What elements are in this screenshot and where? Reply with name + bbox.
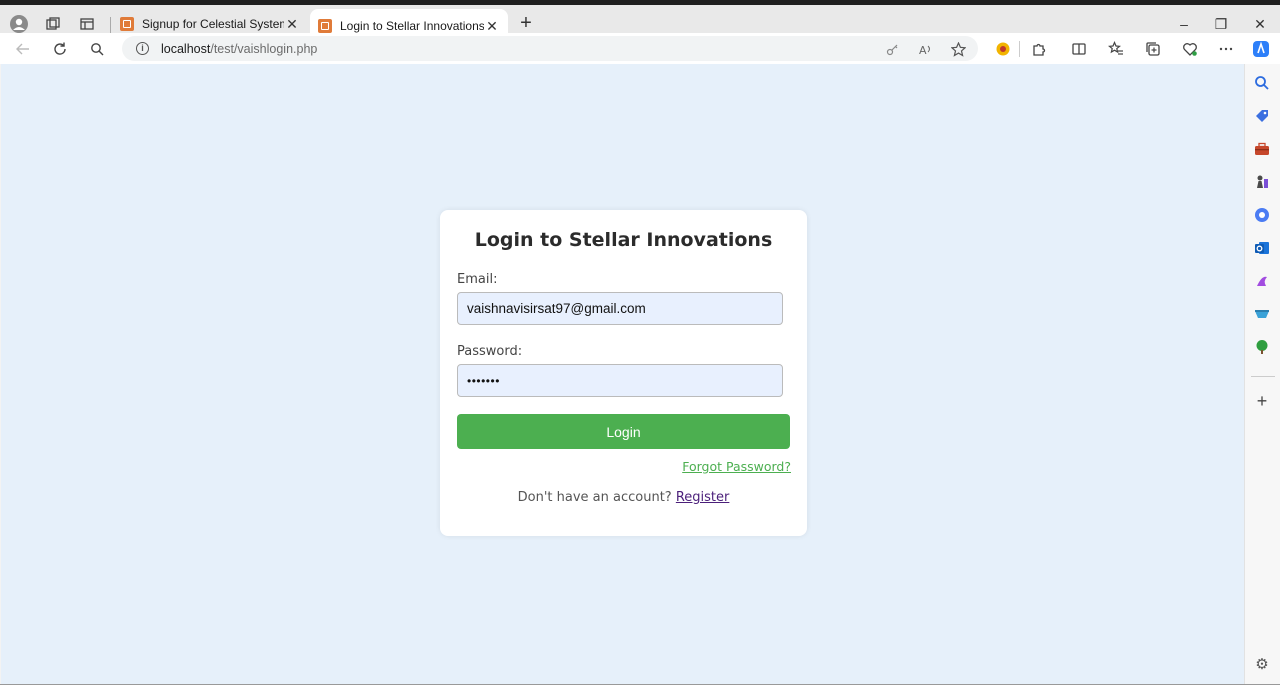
url-path: /test/vaishlogin.php bbox=[210, 41, 318, 56]
toolbar-divider bbox=[1019, 41, 1020, 57]
tab-separator bbox=[110, 17, 111, 33]
search-icon[interactable] bbox=[84, 36, 110, 62]
login-button[interactable]: Login bbox=[457, 414, 790, 449]
url-text: localhost/test/vaishlogin.php bbox=[161, 42, 317, 56]
sidebar-divider bbox=[1251, 376, 1275, 377]
read-aloud-icon[interactable]: A bbox=[916, 39, 936, 59]
tree-icon[interactable] bbox=[1254, 339, 1270, 355]
search-icon[interactable] bbox=[1254, 75, 1270, 91]
copilot-icon[interactable] bbox=[1254, 207, 1270, 223]
key-icon[interactable] bbox=[882, 39, 902, 59]
copilot-icon[interactable] bbox=[1248, 36, 1274, 62]
close-icon[interactable]: ✕ bbox=[484, 18, 500, 35]
browser-toolbar: i localhost/test/vaishlogin.php A bbox=[0, 33, 1280, 64]
forgot-password-link[interactable]: Forgot Password? bbox=[682, 459, 791, 474]
toolbox-icon[interactable] bbox=[1254, 141, 1270, 157]
svg-text:A: A bbox=[919, 44, 927, 56]
add-icon[interactable]: + bbox=[1253, 392, 1271, 410]
split-screen-icon[interactable] bbox=[1066, 36, 1092, 62]
refresh-icon[interactable] bbox=[47, 36, 73, 62]
favorites-icon[interactable] bbox=[1103, 36, 1129, 62]
password-label: Password: bbox=[457, 344, 523, 359]
edge-sidebar: + ⚙ bbox=[1244, 64, 1280, 685]
password-field[interactable]: ••••••• bbox=[457, 364, 783, 397]
designer-icon[interactable] bbox=[1254, 273, 1270, 289]
drop-icon[interactable] bbox=[1254, 306, 1270, 322]
browser-essentials-icon[interactable] bbox=[1177, 36, 1203, 62]
chess-icon[interactable] bbox=[1254, 174, 1270, 190]
tab-title: Login to Stellar Innovations bbox=[340, 19, 484, 33]
more-options-icon[interactable] bbox=[1213, 36, 1239, 62]
close-icon[interactable]: ✕ bbox=[284, 16, 300, 33]
new-tab-button[interactable]: + bbox=[515, 13, 537, 35]
xampp-favicon-icon bbox=[318, 19, 332, 33]
gear-icon[interactable]: ⚙ bbox=[1253, 656, 1271, 674]
url-host: localhost bbox=[161, 41, 211, 56]
tab-title: Signup for Celestial Systems bbox=[142, 17, 284, 31]
tag-icon[interactable] bbox=[1254, 108, 1270, 124]
favorite-star-icon[interactable] bbox=[948, 39, 968, 59]
info-icon[interactable]: i bbox=[136, 42, 149, 55]
register-link[interactable]: Register bbox=[676, 490, 730, 505]
address-bar[interactable]: i localhost/test/vaishlogin.php A bbox=[122, 36, 978, 61]
register-row: Don't have an account? Register bbox=[440, 490, 807, 505]
collections-icon[interactable] bbox=[1140, 36, 1166, 62]
extensions-puzzle-icon[interactable] bbox=[1026, 36, 1052, 62]
xampp-favicon-icon bbox=[120, 17, 134, 31]
extension-colored-icon[interactable] bbox=[990, 36, 1016, 62]
email-field[interactable]: vaishnavisirsat97@gmail.com bbox=[457, 292, 783, 325]
register-prompt: Don't have an account? bbox=[517, 490, 672, 505]
page-viewport: Login to Stellar Innovations Email: vais… bbox=[1, 64, 1244, 684]
outlook-icon[interactable] bbox=[1254, 240, 1270, 256]
page-title: Login to Stellar Innovations bbox=[474, 229, 773, 251]
back-icon[interactable] bbox=[10, 36, 36, 62]
email-label: Email: bbox=[457, 272, 498, 287]
login-card: Login to Stellar Innovations Email: vais… bbox=[440, 210, 807, 536]
